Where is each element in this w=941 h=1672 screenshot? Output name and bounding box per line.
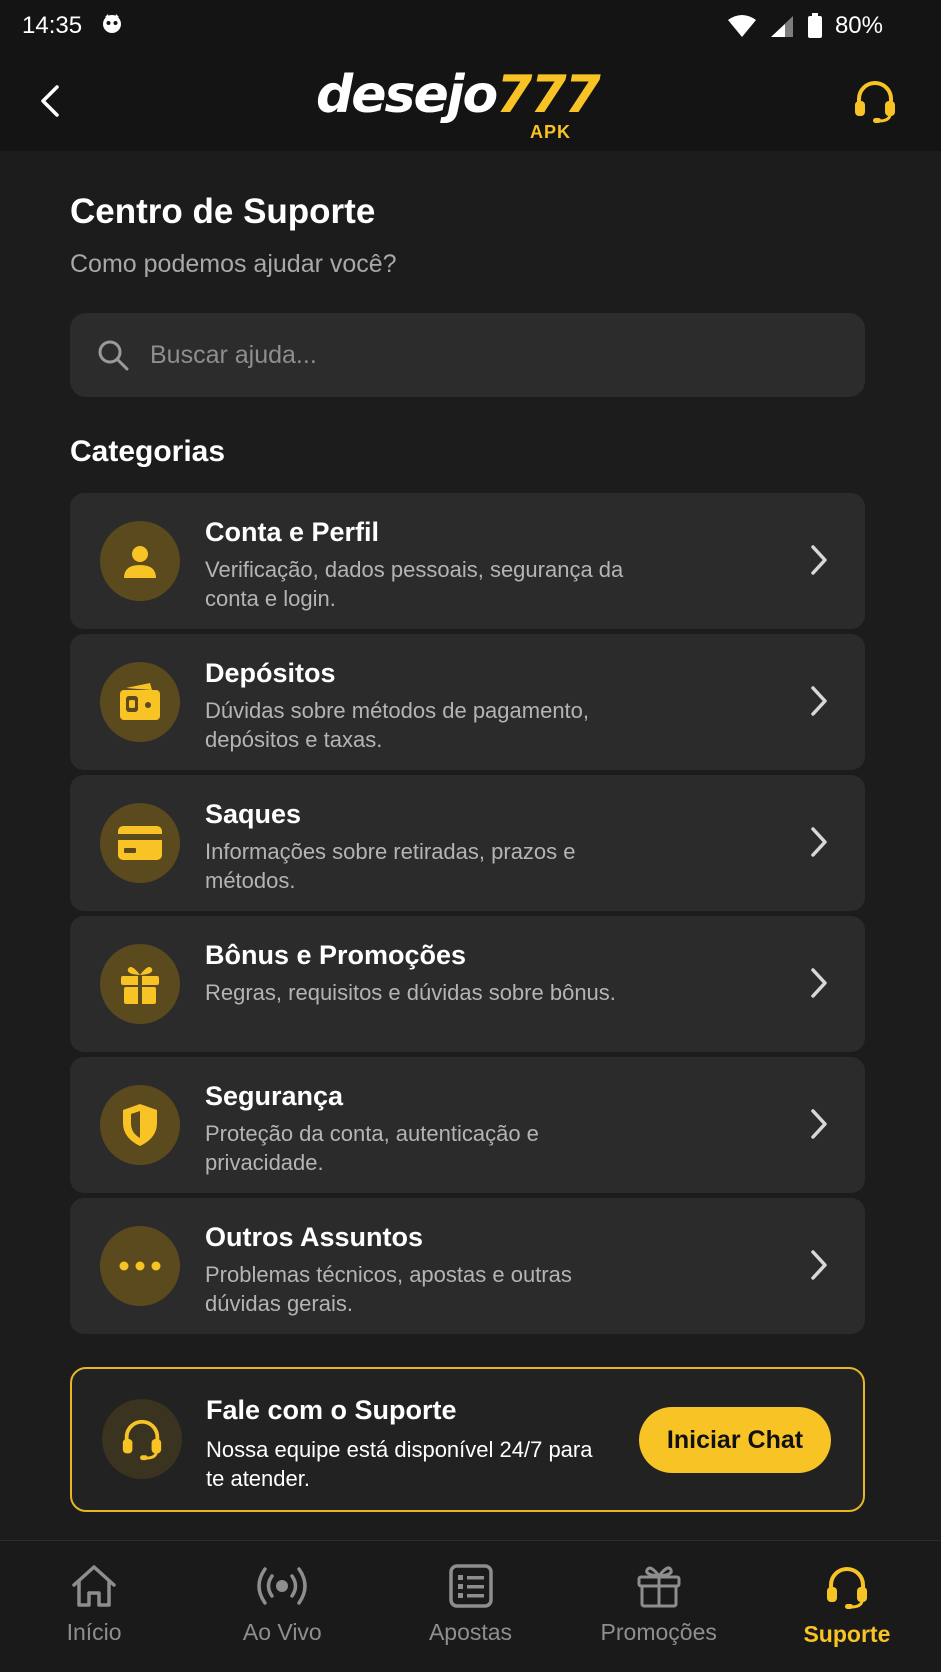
chevron-right-icon bbox=[811, 545, 827, 575]
category-title: Conta e Perfil bbox=[205, 517, 380, 547]
category-item-bonus[interactable]: Bônus e Promoções Regras, requisitos e d… bbox=[70, 916, 865, 1052]
support-card-description: Nossa equipe está disponível 24/7 para t… bbox=[206, 1437, 593, 1491]
headset-icon bbox=[826, 1567, 867, 1609]
category-icon-circle bbox=[100, 1226, 180, 1306]
chevron-right-icon bbox=[811, 686, 827, 716]
category-icon-circle bbox=[100, 1085, 180, 1165]
logo-wordmark: desejo777 bbox=[316, 60, 601, 130]
gift-icon bbox=[637, 1566, 681, 1608]
nav-label: Início bbox=[66, 1619, 122, 1645]
bets-icon bbox=[448, 1564, 493, 1608]
category-title: Outros Assuntos bbox=[205, 1222, 424, 1252]
category-item-others[interactable]: Outros Assuntos Problemas técnicos, apos… bbox=[70, 1198, 865, 1334]
page-subtitle: Como podemos ajudar você? bbox=[70, 250, 397, 278]
card-icon bbox=[118, 826, 162, 860]
category-description: Informações sobre retiradas, prazos e mé… bbox=[205, 839, 576, 893]
gift-icon bbox=[121, 967, 159, 1004]
nav-label: Apostas bbox=[428, 1619, 513, 1645]
logo-sub-label: APK bbox=[530, 122, 572, 142]
category-icon-circle bbox=[100, 944, 180, 1024]
chevron-right-icon bbox=[811, 1109, 827, 1139]
status-left: 14:35 bbox=[22, 11, 124, 42]
support-card-title: Fale com o Suporte bbox=[206, 1395, 457, 1425]
more-icon bbox=[119, 1261, 161, 1271]
category-description: Problemas técnicos, apostas e outras dúv… bbox=[205, 1262, 572, 1316]
logo-text-main: desejo bbox=[316, 65, 498, 125]
category-item-security[interactable]: Segurança Proteção da conta, autenticaçã… bbox=[70, 1057, 865, 1193]
category-description: Regras, requisitos e dúvidas sobre bônus… bbox=[205, 980, 616, 1005]
status-right: 80% bbox=[727, 12, 883, 40]
live-icon bbox=[257, 1567, 308, 1605]
nav-item-promotions[interactable]: Promoções bbox=[565, 1541, 753, 1672]
wifi-icon bbox=[727, 14, 757, 38]
search-box[interactable] bbox=[70, 313, 865, 397]
category-description: Proteção da conta, autenticação e privac… bbox=[205, 1121, 539, 1175]
nav-label: Suporte bbox=[803, 1621, 891, 1647]
notification-app-icon bbox=[100, 11, 124, 42]
user-icon bbox=[124, 546, 156, 578]
category-description: Verificação, dados pessoais, segurança d… bbox=[205, 557, 624, 611]
wallet-icon bbox=[120, 683, 160, 720]
category-title: Depósitos bbox=[205, 658, 336, 688]
category-description: Dúvidas sobre métodos de pagamento, depó… bbox=[205, 698, 590, 752]
start-chat-button[interactable]: Iniciar Chat bbox=[639, 1407, 831, 1473]
signal-icon bbox=[769, 14, 795, 38]
chevron-left-icon bbox=[41, 85, 59, 117]
header-support-button[interactable] bbox=[849, 74, 901, 128]
battery-icon bbox=[807, 13, 823, 39]
nav-item-bets[interactable]: Apostas bbox=[376, 1541, 564, 1672]
nav-label: Promoções bbox=[600, 1619, 717, 1645]
bottom-nav: Início Ao Vivo Apostas Promoções Suporte bbox=[0, 1540, 941, 1672]
chevron-right-icon bbox=[811, 968, 827, 998]
home-icon bbox=[72, 1565, 116, 1607]
support-card-icon-circle bbox=[102, 1399, 182, 1479]
headset-icon bbox=[855, 81, 895, 123]
app-logo: desejo777 APK bbox=[316, 60, 616, 142]
categories-title: Categorias bbox=[70, 435, 226, 468]
headset-icon bbox=[122, 1419, 162, 1461]
category-item-withdrawals[interactable]: Saques Informações sobre retiradas, praz… bbox=[70, 775, 865, 911]
page-title: Centro de Suporte bbox=[70, 192, 376, 231]
support-card: Fale com o Suporte Nossa equipe está dis… bbox=[70, 1367, 865, 1512]
category-title: Saques bbox=[205, 799, 302, 829]
status-time: 14:35 bbox=[22, 12, 83, 39]
category-title: Bônus e Promoções bbox=[205, 940, 467, 970]
category-icon-circle bbox=[100, 662, 180, 742]
categories-list: Conta e Perfil Verificação, dados pessoa… bbox=[70, 493, 865, 1339]
category-item-deposits[interactable]: Depósitos Dúvidas sobre métodos de pagam… bbox=[70, 634, 865, 770]
category-icon-circle bbox=[100, 803, 180, 883]
nav-item-live[interactable]: Ao Vivo bbox=[188, 1541, 376, 1672]
shield-icon bbox=[123, 1104, 157, 1146]
app-header: desejo777 APK bbox=[0, 52, 941, 151]
category-title: Segurança bbox=[205, 1081, 344, 1111]
back-button[interactable] bbox=[30, 76, 70, 126]
status-bar: 14:35 80% bbox=[0, 0, 941, 52]
category-item-account[interactable]: Conta e Perfil Verificação, dados pessoa… bbox=[70, 493, 865, 629]
search-icon bbox=[98, 340, 129, 371]
logo-text-number: 777 bbox=[496, 65, 601, 125]
chevron-right-icon bbox=[811, 827, 827, 857]
chevron-right-icon bbox=[811, 1250, 827, 1280]
battery-percent: 80% bbox=[834, 12, 883, 39]
nav-item-home[interactable]: Início bbox=[0, 1541, 188, 1672]
nav-item-support[interactable]: Suporte bbox=[753, 1541, 941, 1672]
category-icon-circle bbox=[100, 521, 180, 601]
search-input[interactable] bbox=[150, 325, 865, 385]
nav-label: Ao Vivo bbox=[242, 1619, 322, 1645]
